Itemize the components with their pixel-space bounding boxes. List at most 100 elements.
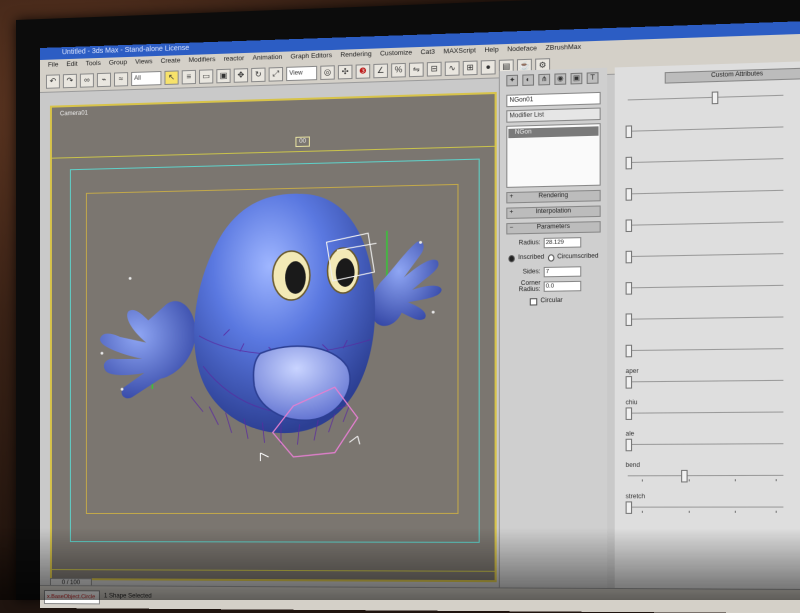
character-model[interactable] (52, 94, 495, 580)
menu-item[interactable]: Views (135, 56, 152, 69)
menu-item[interactable]: Cat3 (421, 46, 435, 59)
camera-viewport[interactable]: Camera01 00 (49, 91, 497, 583)
corner-radius-spinner[interactable]: 0.0 (543, 280, 582, 292)
sides-spinner[interactable]: 7 (543, 266, 582, 278)
scale-icon[interactable]: ⤢ (268, 66, 284, 82)
attribute-slider[interactable] (623, 111, 800, 148)
slider-track[interactable] (627, 348, 784, 352)
material-editor-icon[interactable]: ● (480, 59, 496, 75)
radius-spinner[interactable]: 28.129 (543, 237, 582, 249)
attribute-slider[interactable] (623, 143, 800, 179)
slider-thumb[interactable] (625, 188, 633, 201)
schematic-view-icon[interactable]: ⊞ (462, 60, 478, 76)
slider-track[interactable] (627, 253, 784, 258)
create-tab-icon[interactable]: ✦ (506, 74, 519, 87)
link-icon[interactable]: ∞ (79, 73, 94, 88)
parameters-rollout[interactable]: − Parameters (506, 221, 601, 235)
slider-track[interactable] (627, 411, 784, 414)
window-crossing-icon[interactable]: ▣ (216, 68, 231, 84)
slider-thumb[interactable] (625, 156, 633, 170)
menu-item[interactable]: Edit (66, 59, 77, 71)
bind-space-warp-icon[interactable]: ≈ (114, 72, 129, 87)
slider-track[interactable] (627, 379, 784, 383)
interpolation-rollout[interactable]: + Interpolation (506, 205, 601, 219)
menu-item[interactable]: File (48, 59, 58, 71)
slider-thumb[interactable] (625, 376, 633, 389)
select-by-name-icon[interactable]: ≡ (181, 69, 196, 85)
manipulate-icon[interactable]: ✣ (337, 64, 353, 80)
slider-thumb[interactable] (625, 313, 633, 327)
menu-item[interactable]: Animation (252, 52, 282, 65)
move-icon[interactable]: ✥ (233, 68, 249, 83)
slider-thumb[interactable] (712, 91, 719, 105)
rendering-rollout[interactable]: + Rendering (506, 189, 601, 204)
attribute-slider[interactable]: ale (623, 428, 800, 460)
modifier-stack[interactable]: NGon (506, 123, 601, 188)
slider-track[interactable] (627, 284, 784, 289)
slider-track[interactable] (627, 94, 784, 101)
unlink-icon[interactable]: ⌁ (96, 72, 111, 88)
rect-selection-icon[interactable]: ▭ (199, 69, 214, 84)
slider-thumb[interactable] (625, 344, 633, 358)
menu-item[interactable]: Rendering (340, 49, 371, 62)
slider-thumb[interactable] (625, 219, 633, 233)
slider-track[interactable] (627, 126, 784, 132)
undo-icon[interactable]: ↶ (45, 74, 60, 89)
menu-item[interactable]: Nodeface (507, 43, 537, 56)
attribute-slider[interactable] (623, 270, 800, 305)
display-tab-icon[interactable]: ▣ (570, 72, 583, 85)
rotate-icon[interactable]: ↻ (251, 67, 266, 83)
maxscript-listener[interactable]: x.BaseObject.Circle (43, 590, 100, 605)
attribute-slider[interactable]: aper (623, 365, 800, 398)
attribute-slider[interactable]: chiu (623, 396, 800, 429)
slider-track[interactable] (627, 506, 784, 508)
modifier-list-dropdown[interactable]: Modifier List (506, 107, 601, 123)
angle-snap-icon[interactable]: ∠ (373, 63, 388, 79)
slider-track[interactable] (627, 443, 784, 446)
slider-thumb[interactable] (625, 438, 633, 452)
menu-item[interactable]: Modifiers (189, 54, 216, 67)
slider-thumb[interactable] (625, 282, 633, 295)
menu-item[interactable]: Help (484, 44, 498, 57)
circular-checkbox[interactable] (529, 297, 538, 306)
slider-thumb[interactable] (625, 407, 633, 420)
snap-icon[interactable]: ❸ (355, 64, 371, 79)
reference-coord-dropdown[interactable]: View (286, 65, 318, 82)
object-name-field[interactable]: NGon01 (506, 91, 601, 108)
slider-thumb[interactable] (625, 250, 633, 264)
modify-tab-icon[interactable]: ◐ (522, 74, 535, 86)
utilities-tab-icon[interactable]: T (586, 72, 599, 84)
attribute-slider[interactable] (623, 333, 800, 367)
menu-item[interactable]: reactor (224, 53, 245, 66)
attribute-slider[interactable] (623, 238, 800, 273)
menu-item[interactable]: ZBrushMax (545, 41, 581, 55)
percent-snap-icon[interactable]: % (391, 62, 406, 78)
attribute-slider[interactable] (623, 206, 800, 241)
attribute-slider[interactable] (623, 174, 800, 210)
mirror-icon[interactable]: ⇋ (408, 62, 424, 78)
selection-filter-dropdown[interactable]: All (131, 70, 162, 87)
hierarchy-tab-icon[interactable]: ⋔ (538, 73, 551, 86)
attribute-slider[interactable]: stretch (623, 492, 800, 524)
menu-item[interactable]: Create (161, 55, 181, 68)
slider-track[interactable] (627, 316, 784, 320)
menu-item[interactable]: Group (109, 57, 127, 70)
slider-thumb[interactable] (625, 125, 633, 139)
menu-item[interactable]: Tools (86, 58, 101, 71)
slider-thumb[interactable] (680, 469, 688, 483)
inscribed-radio[interactable] (508, 254, 515, 262)
circumscribed-radio[interactable] (547, 253, 555, 262)
redo-icon[interactable]: ↷ (62, 73, 77, 89)
modifier-stack-item[interactable]: NGon (508, 126, 599, 139)
slider-track[interactable] (627, 221, 784, 226)
slider-track[interactable] (627, 189, 784, 195)
slider-thumb[interactable] (625, 501, 633, 514)
attribute-slider[interactable] (623, 301, 800, 335)
motion-tab-icon[interactable]: ◉ (554, 73, 567, 85)
select-object-icon[interactable]: ↖ (164, 70, 179, 86)
align-icon[interactable]: ⊟ (426, 61, 442, 77)
menu-item[interactable]: MAXScript (443, 45, 475, 58)
menu-item[interactable]: Customize (380, 47, 412, 60)
attribute-slider[interactable]: bend (623, 460, 800, 492)
slider-track[interactable] (627, 474, 784, 477)
